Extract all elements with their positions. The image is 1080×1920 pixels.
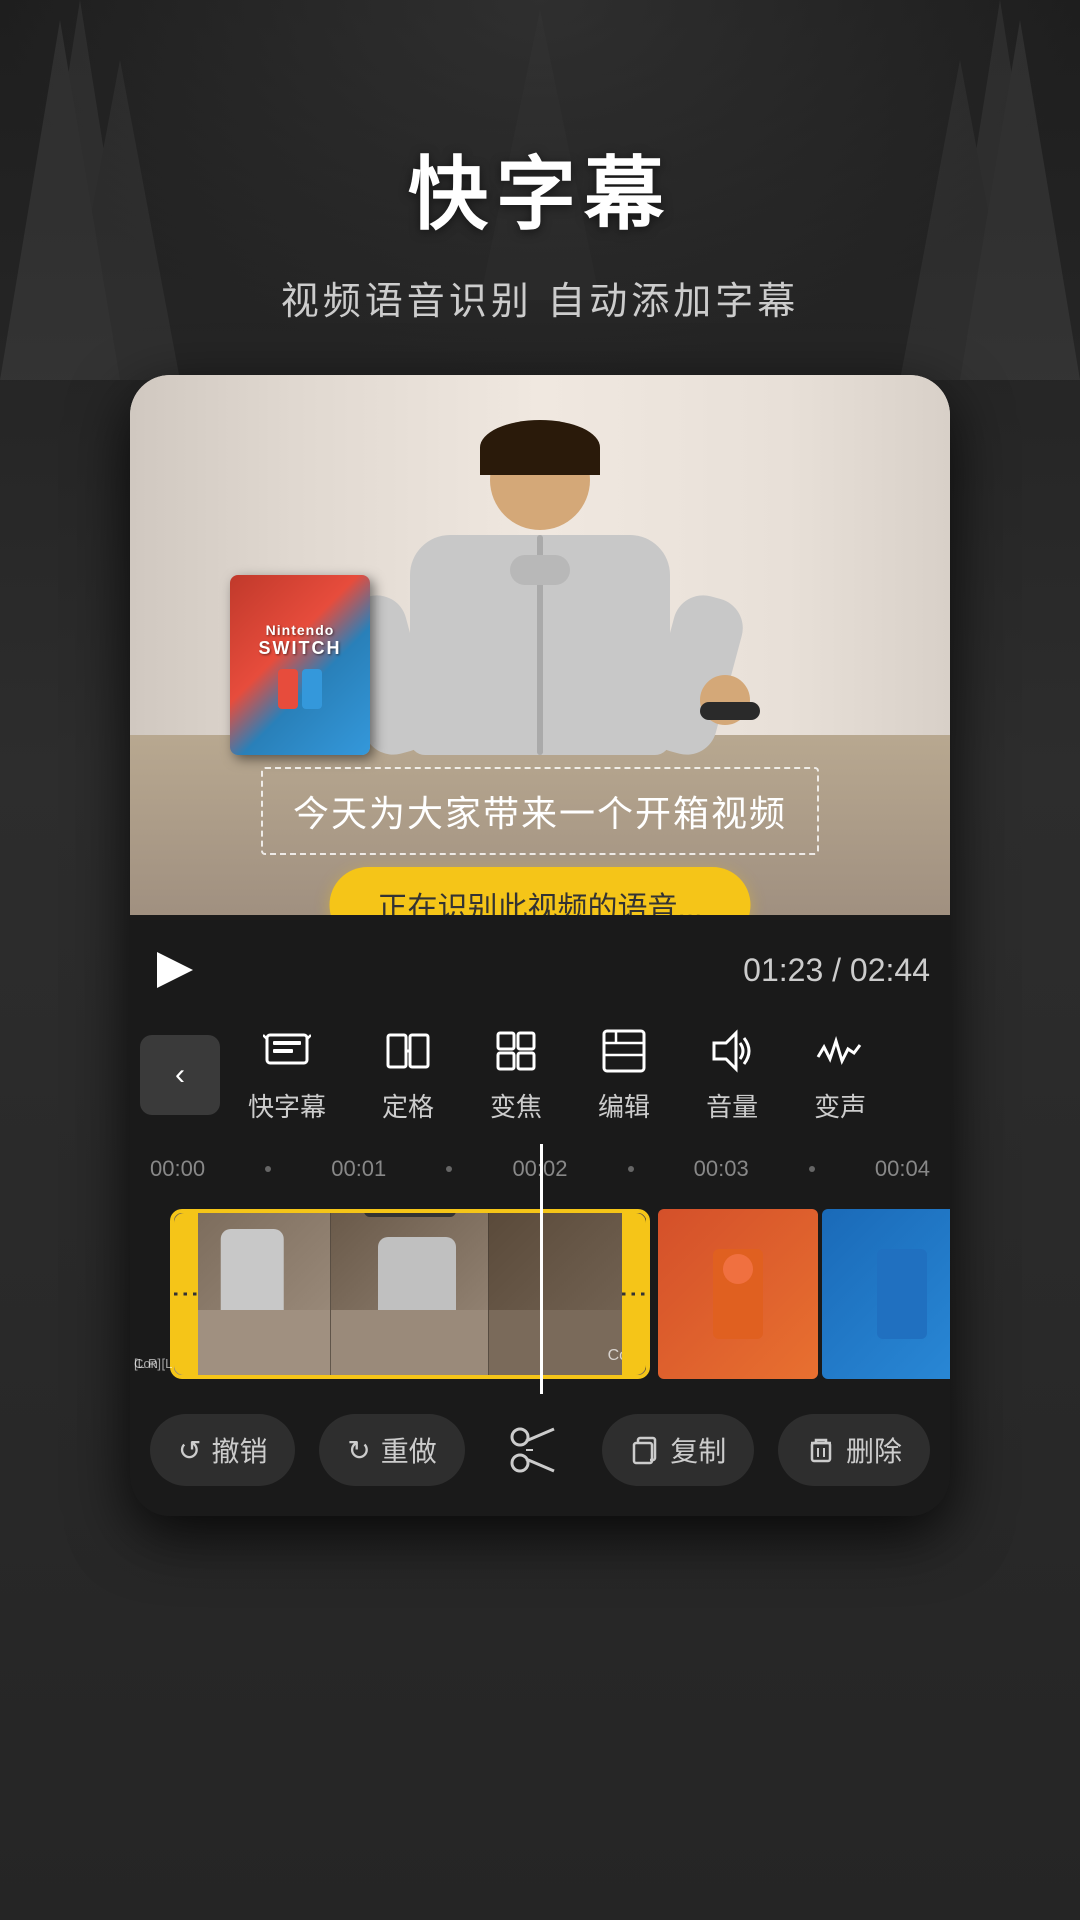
delete-button[interactable]: 删除 xyxy=(778,1414,930,1486)
ruler-mark-1: 00:01 xyxy=(331,1156,386,1182)
copy-icon xyxy=(630,1435,660,1465)
scissors-icon xyxy=(508,1425,558,1475)
bianji-label: 编辑 xyxy=(598,1087,650,1124)
timeline-cursor-line xyxy=(540,1144,543,1194)
clip-timestamp: 01:20 xyxy=(364,1209,456,1217)
tool-dinge[interactable]: 定格 xyxy=(354,1025,462,1124)
tools-scroll: 快字幕 定格 xyxy=(220,1025,950,1124)
bianshen-label: 变声 xyxy=(814,1087,866,1124)
tool-kuzimu[interactable]: 快字幕 xyxy=(220,1025,354,1124)
video-timeline-strip[interactable]: 01:20 ⋮ xyxy=(130,1194,950,1394)
undo-icon: ↺ xyxy=(178,1434,201,1467)
phone-mockup: Nintendo SWITCH 今天为大家带来一个开箱视频 正 xyxy=(130,375,950,1516)
time-display: 01:23 / 02:44 xyxy=(743,952,930,989)
handle-left-icon: ⋮ xyxy=(170,1280,203,1308)
tool-bianjiao[interactable]: 变焦 xyxy=(462,1025,570,1124)
ruler-mark-0: 00:00 xyxy=(150,1156,205,1182)
page-title: 快字幕 xyxy=(0,130,1080,246)
subtitle-text: 今天为大家带来一个开箱视频 xyxy=(293,785,787,837)
redo-label: 重做 xyxy=(381,1430,437,1470)
bianjiao-icon xyxy=(490,1025,542,1077)
dinge-label: 定格 xyxy=(382,1087,434,1124)
dinge-icon xyxy=(382,1025,434,1077)
kuzimu-icon xyxy=(261,1025,313,1077)
copy-button[interactable]: 复制 xyxy=(602,1414,754,1486)
bianji-icon xyxy=(598,1025,650,1077)
selected-clip[interactable]: 01:20 ⋮ xyxy=(170,1209,650,1379)
clip-frame-orange: Con [L R] xyxy=(658,1209,818,1379)
play-button[interactable] xyxy=(150,945,200,995)
header: 快字幕 视频语音识别 自动添加字幕 xyxy=(0,0,1080,325)
ruler-mark-3: 00:03 xyxy=(694,1156,749,1182)
bianjiao-label: 变焦 xyxy=(490,1087,542,1124)
copy-label: 复制 xyxy=(670,1430,726,1470)
bianshen-icon xyxy=(814,1025,866,1077)
yinliang-icon xyxy=(706,1025,758,1077)
subtitle-box: 今天为大家带来一个开箱视频 xyxy=(261,767,819,855)
back-button[interactable]: ‹ xyxy=(140,1035,220,1115)
delete-label: 删除 xyxy=(846,1430,902,1470)
kuzimu-label: 快字幕 xyxy=(248,1087,326,1124)
clip-frame-blue: [L R] xyxy=(822,1209,950,1379)
delete-icon xyxy=(806,1435,836,1465)
playback-controls: 01:23 / 02:44 xyxy=(130,915,950,1015)
bottom-action-bar: ↺ 撤销 ↻ 重做 xyxy=(130,1394,950,1516)
tool-bianji[interactable]: 编辑 xyxy=(570,1025,678,1124)
remaining-clips: Con [L R] [L R] xyxy=(650,1209,950,1379)
timeline-ruler: 00:00 00:01 00:02 00:03 00:04 xyxy=(130,1144,950,1194)
page-subtitle: 视频语音识别 自动添加字幕 xyxy=(0,270,1080,325)
yinliang-label: 音量 xyxy=(706,1087,758,1124)
redo-icon: ↻ xyxy=(347,1434,370,1467)
back-arrow-icon: ‹ xyxy=(175,1058,185,1092)
video-player: Nintendo SWITCH 今天为大家带来一个开箱视频 正 xyxy=(130,375,950,915)
tool-yinliang[interactable]: 音量 xyxy=(678,1025,786,1124)
redo-button[interactable]: ↻ 重做 xyxy=(319,1414,464,1486)
tool-bianshen[interactable]: 变声 xyxy=(786,1025,894,1124)
play-icon xyxy=(157,952,193,988)
undo-label: 撤销 xyxy=(211,1430,267,1470)
clip-handle-left[interactable]: ⋮ xyxy=(174,1213,198,1375)
undo-button[interactable]: ↺ 撤销 xyxy=(150,1414,295,1486)
handle-right-icon: ⋮ xyxy=(618,1280,651,1308)
ruler-mark-4: 00:04 xyxy=(875,1156,930,1182)
cut-button[interactable] xyxy=(488,1425,578,1475)
clip-handle-right[interactable]: ⋮ xyxy=(622,1213,646,1375)
processing-label: 正在识别此视频的语音... xyxy=(377,892,702,915)
tools-row: ‹ 快字幕 xyxy=(130,1015,950,1144)
